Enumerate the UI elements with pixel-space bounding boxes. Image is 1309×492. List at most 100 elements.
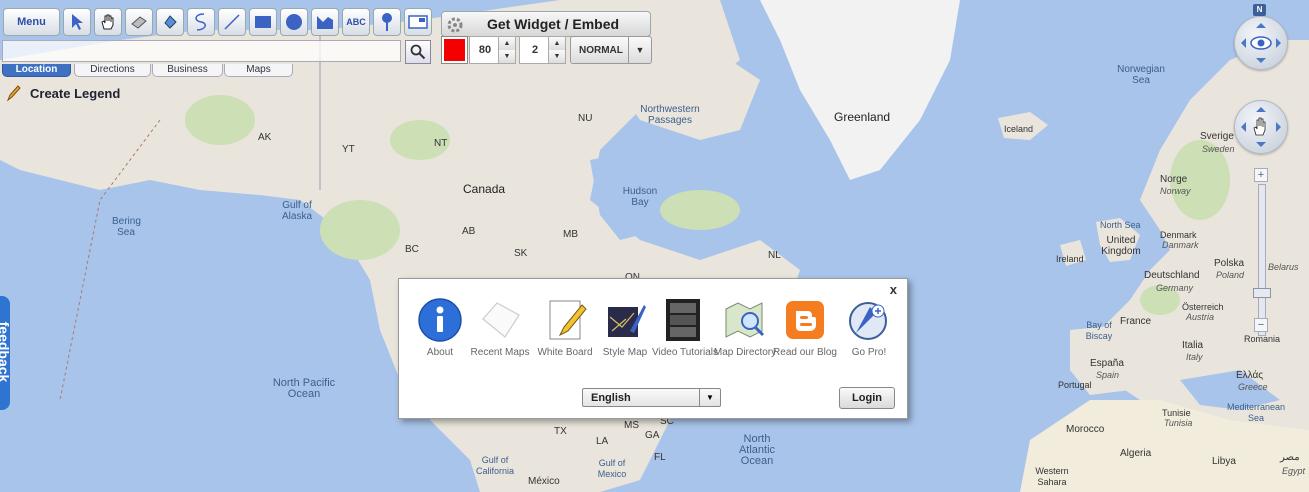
about-menu-item[interactable]: About [407, 297, 473, 360]
map-directory-label: Map Directory [713, 347, 777, 358]
go-pro-icon [849, 302, 887, 340]
line-width-value: 2 [531, 44, 539, 56]
feedback-tab[interactable]: feedback [0, 296, 12, 410]
map-label-deutschland: Deutschland [1144, 270, 1200, 281]
pan-hand-icon [1241, 107, 1281, 147]
map-label-austria: Austria [1186, 312, 1215, 322]
line-tool-button[interactable] [218, 8, 246, 36]
zoom-track-bar[interactable] [1258, 184, 1266, 336]
map-label-gulf-alaska: Gulf of Alaska [281, 200, 312, 222]
rotate-control[interactable] [1234, 16, 1288, 70]
search-button[interactable] [405, 40, 431, 64]
marker-tool-button[interactable] [373, 8, 401, 36]
select-arrow-tool-button[interactable] [63, 8, 91, 36]
map-label-libya: Libya [1212, 456, 1236, 467]
go-pro-menu-item[interactable]: Go Pro! [836, 297, 902, 360]
create-legend-link[interactable]: Create Legend [6, 84, 120, 102]
language-select[interactable]: English ▼ [582, 388, 721, 407]
video-tutorials-menu-item[interactable]: Video Tutorials [652, 297, 718, 360]
map-label-nw-passages: Northwestern Passages [640, 104, 700, 126]
white-board-menu-item[interactable]: White Board [532, 297, 598, 360]
map-label-greece: Greece [1238, 382, 1268, 392]
map-label-ak: AK [258, 132, 272, 143]
rectangle-tool-button[interactable] [249, 8, 277, 36]
language-value: English [591, 392, 631, 404]
map-label-gulf-mexico: Gulf of Mexico [597, 458, 627, 479]
create-legend-label: Create Legend [30, 85, 121, 101]
eye-icon [1241, 23, 1281, 63]
tab-directions[interactable]: Directions [74, 64, 151, 77]
tab-location[interactable]: Location [2, 64, 71, 77]
map-label-greenland: Greenland [834, 110, 891, 124]
map-label-sverige: Sverige [1200, 131, 1234, 142]
get-widget-embed-button[interactable]: Get Widget / Embed [441, 11, 651, 37]
map-label-ellas: Ελλάς [1236, 370, 1264, 381]
blogger-icon [786, 301, 824, 339]
select-arrow-icon [72, 14, 83, 30]
map-label-misr: مصر [1280, 452, 1300, 463]
zoom-in-button[interactable]: + [1254, 168, 1268, 182]
fill-bucket-tool-button[interactable] [156, 8, 184, 36]
image-overlay-icon [408, 15, 428, 29]
hand-pan-tool-button[interactable] [94, 8, 122, 36]
hand-icon [101, 14, 114, 30]
text-tool-button[interactable]: ABC [342, 8, 370, 36]
circle-tool-button[interactable] [280, 8, 308, 36]
polygon-icon [317, 16, 333, 29]
video-tutorials-label: Video Tutorials [652, 347, 718, 358]
pencil-icon [6, 85, 21, 102]
zoom-thumb[interactable] [1253, 288, 1271, 298]
gear-icon [447, 17, 463, 33]
eraser-tool-button[interactable] [125, 8, 153, 36]
login-button[interactable]: Login [839, 387, 895, 409]
map-label-france: France [1120, 316, 1152, 327]
read-our-blog-menu-item[interactable]: Read our Blog [772, 297, 838, 360]
whiteboard-icon [549, 300, 587, 340]
chevron-down-icon: ▼ [628, 37, 651, 63]
pan-control[interactable] [1234, 100, 1288, 154]
line-width-up-arrow-icon[interactable]: ▲ [548, 37, 565, 51]
map-label-bc: BC [405, 244, 419, 255]
freehand-curve-tool-button[interactable] [187, 8, 215, 36]
map-label-danmark: Danmark [1162, 240, 1199, 250]
image-overlay-tool-button[interactable] [404, 8, 432, 36]
close-icon[interactable]: x [890, 282, 897, 297]
map-label-italy: Italy [1186, 352, 1203, 362]
map-label-morocco: Morocco [1066, 424, 1105, 435]
blend-mode-select[interactable]: NORMAL ▼ [570, 36, 652, 64]
read-our-blog-label: Read our Blog [773, 347, 837, 358]
map-label-fl: FL [654, 452, 666, 463]
map-label-belarus: Belarus [1268, 262, 1299, 272]
map-label-norwegian-sea: Norwegian Sea [1117, 64, 1165, 86]
zoom-out-button[interactable]: − [1254, 318, 1268, 332]
line-width-down-arrow-icon[interactable]: ▼ [548, 50, 565, 63]
line-width-stepper[interactable]: 2 ▲ ▼ [519, 36, 566, 64]
tab-business[interactable]: Business [152, 64, 223, 77]
map-label-sk: SK [514, 248, 528, 259]
chevron-down-icon: ▼ [699, 389, 720, 406]
opacity-up-arrow-icon[interactable]: ▲ [498, 37, 515, 51]
color-picker[interactable] [441, 36, 468, 64]
north-indicator: N [1253, 4, 1266, 16]
color-swatch-fill [444, 39, 465, 61]
map-label-uk: United Kingdom [1101, 235, 1141, 257]
map-label-gulf-california: Gulf of California [475, 455, 515, 476]
tab-maps[interactable]: Maps [224, 64, 293, 77]
map-label-italia: Italia [1182, 340, 1204, 351]
map-label-canada: Canada [463, 182, 506, 196]
map-directory-menu-item[interactable]: Map Directory [712, 297, 778, 360]
curve-icon [195, 13, 206, 31]
circle-icon [286, 14, 302, 30]
style-map-menu-item[interactable]: Style Map [592, 297, 658, 360]
opacity-down-arrow-icon[interactable]: ▼ [498, 50, 515, 63]
map-label-mexico: México [528, 476, 560, 487]
menu-button[interactable]: Menu [3, 8, 60, 36]
search-input[interactable] [2, 40, 401, 62]
opacity-stepper[interactable]: 80 ▲ ▼ [469, 36, 516, 64]
zoom-slider[interactable]: + − [1253, 168, 1271, 352]
map-label-yt: YT [342, 144, 355, 155]
recent-maps-menu-item[interactable]: Recent Maps [467, 297, 533, 360]
style-map-icon [608, 305, 646, 337]
polygon-tool-button[interactable] [311, 8, 339, 36]
search-icon [410, 44, 426, 60]
